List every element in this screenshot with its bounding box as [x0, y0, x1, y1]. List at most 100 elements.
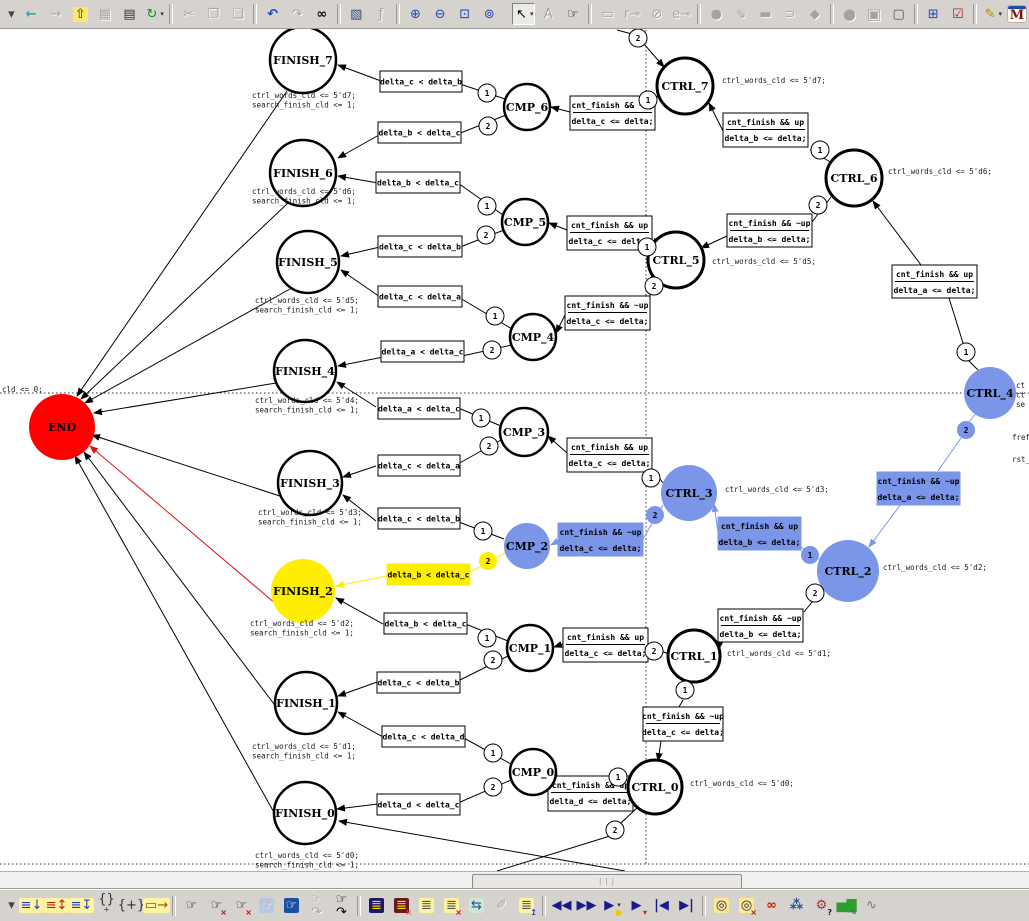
- fast-forward-button[interactable]: ▶▶: [575, 895, 598, 917]
- state-diagram[interactable]: delta_c < delta_b delta_b < delta_c delta_…: [0, 25, 1029, 872]
- script-list-off-button[interactable]: ≣ ×: [440, 895, 463, 917]
- disable-tool[interactable]: ⊘: [645, 3, 668, 25]
- pan-tool[interactable]: ☞: [562, 3, 585, 25]
- erase-annotations-button[interactable]: ✐: [490, 895, 513, 917]
- transition-condition-text: delta_b < delta_c: [388, 571, 470, 580]
- transition-guard-text: cnt_finish && up: [896, 269, 973, 279]
- generate-hdl-icon: ✎: [984, 6, 996, 22]
- zoom-area-button[interactable]: ⊡: [453, 3, 476, 25]
- scrollbar-thumb[interactable]: | | |: [472, 874, 742, 889]
- priority-number: 2: [816, 201, 821, 210]
- toolbar-options-dropdown[interactable]: ▾: [5, 3, 18, 25]
- print-button[interactable]: ▤: [118, 3, 141, 25]
- script-list-button[interactable]: ≣: [415, 895, 438, 917]
- run-timed-button[interactable]: ▶ ▾: [625, 895, 648, 917]
- swap-list-button[interactable]: ⇆: [465, 895, 488, 917]
- transition-action-text: delta_c <= delta;: [560, 544, 642, 553]
- stop-animation-button[interactable]: ☞ ×: [205, 895, 228, 917]
- cut-button[interactable]: ✂: [177, 3, 200, 25]
- transition-edge: [342, 465, 377, 478]
- state-actions-label: ctrl_words_cld <= 5'd7;: [722, 76, 826, 85]
- wave-edit-button[interactable]: ▅▇ ✎: [835, 895, 858, 917]
- find-button[interactable]: ∞: [310, 3, 333, 25]
- toolbar-options-icon: ▾: [8, 898, 15, 913]
- transition-edge: [708, 102, 724, 132]
- cut-icon: ✂: [183, 6, 195, 22]
- state-tool[interactable]: ●: [705, 3, 728, 25]
- yellow-note-button[interactable]: ▭→: [142, 895, 171, 917]
- animate-hand-button[interactable]: ☞: [180, 895, 203, 917]
- transition-edge: [678, 699, 684, 708]
- text-tool[interactable]: A: [537, 3, 560, 25]
- save-button[interactable]: ▦: [94, 3, 117, 25]
- port-tool[interactable]: ⊃: [779, 3, 802, 25]
- list-filter-button[interactable]: ≣ ↥: [515, 895, 538, 917]
- log-list-off-button[interactable]: ≣ ×: [390, 895, 413, 917]
- edit-function-button[interactable]: ƒ: [370, 3, 393, 25]
- zoom-full-button[interactable]: ⊚: [478, 3, 501, 25]
- modelsim-button[interactable]: M: [1006, 3, 1029, 25]
- horizontal-scrollbar[interactable]: | | |: [0, 871, 1029, 889]
- frame-tool[interactable]: ▢: [887, 3, 910, 25]
- toolbar-options-dropdown-2[interactable]: ▾: [5, 895, 18, 917]
- replay-hand-disabled-icon: ☞↷: [310, 891, 323, 920]
- paste-button[interactable]: ❏: [227, 3, 250, 25]
- dropdown-arrow-icon[interactable]: ▾: [999, 10, 1003, 18]
- generate-hdl-button[interactable]: ✎ ▾: [981, 3, 1004, 25]
- back-button[interactable]: ←: [20, 3, 43, 25]
- rewind-button[interactable]: ◀◀: [550, 895, 573, 917]
- transition-edge: [337, 134, 380, 159]
- log-list-button[interactable]: ≣: [365, 895, 388, 917]
- preview-icon: ⊞: [927, 6, 939, 22]
- junction-tool[interactable]: ◆: [803, 3, 826, 25]
- state-actions-label: ctrl_words_cld <= 5'd6;: [888, 167, 992, 176]
- up-directory-button[interactable]: ⇧: [69, 3, 92, 25]
- bar-tool[interactable]: ▬: [754, 3, 777, 25]
- start-state-tool[interactable]: ●: [838, 3, 861, 25]
- copy-button[interactable]: ❐: [202, 3, 225, 25]
- clear-tool-button[interactable]: ∿: [860, 895, 883, 917]
- dropdown-arrow-icon[interactable]: ▾: [530, 10, 534, 18]
- redo-button[interactable]: ↷: [286, 3, 309, 25]
- trace-down-button[interactable]: ≡↓: [18, 895, 45, 917]
- step-home-button[interactable]: |◀: [650, 895, 673, 917]
- state-label-CTRL_0: CTRL_0: [632, 781, 679, 795]
- animate-selected-button[interactable]: ☞: [280, 895, 303, 917]
- properties-button[interactable]: ▧: [345, 3, 368, 25]
- enable-port-tool[interactable]: e⊸: [670, 3, 693, 25]
- select-tool[interactable]: ↖ ▾: [512, 3, 536, 25]
- snapshot-button[interactable]: ◎: [710, 895, 733, 917]
- link-nodes-button[interactable]: ∞: [760, 895, 783, 917]
- step-end-button[interactable]: ▶|: [675, 895, 698, 917]
- save-icon: ▦: [98, 6, 112, 22]
- pause-hand-disabled-button[interactable]: ☞: [255, 895, 278, 917]
- replay-hand-button[interactable]: ☞↷: [330, 893, 353, 919]
- reset-port-tool[interactable]: r⊸: [621, 3, 644, 25]
- group-add-button[interactable]: {}⁺: [95, 893, 118, 919]
- run-button[interactable]: ▶ ● ▾: [600, 895, 623, 917]
- trace-updown-button[interactable]: ≡↕: [43, 895, 70, 917]
- debug-gears-button[interactable]: ⚙?: [810, 895, 833, 917]
- zoom-in-button[interactable]: ⊕: [404, 3, 427, 25]
- trace-down-remove-button[interactable]: ≡↧: [68, 895, 95, 917]
- comment-tool[interactable]: ▭: [596, 3, 619, 25]
- check-syntax-button[interactable]: ☑: [946, 3, 969, 25]
- transition-action-text: delta_d <= delta;: [550, 797, 632, 806]
- dropdown-arrow-icon[interactable]: ▾: [160, 10, 164, 18]
- preview-button[interactable]: ⊞: [922, 3, 945, 25]
- transition-tool[interactable]: ⇘: [730, 3, 753, 25]
- refresh-button[interactable]: ↻ ▾: [143, 3, 166, 25]
- group-insert-button[interactable]: {+}: [118, 895, 145, 917]
- end-state-tool[interactable]: ▣: [863, 3, 886, 25]
- zoom-out-button[interactable]: ⊖: [429, 3, 452, 25]
- trace-paw-button[interactable]: ⁂: [785, 895, 808, 917]
- undo-button[interactable]: ↶: [261, 3, 284, 25]
- state-label-CTRL_4: CTRL_4: [967, 387, 1014, 401]
- forward-button[interactable]: →: [44, 3, 67, 25]
- replay-hand-disabled-button[interactable]: ☞↷: [305, 891, 328, 920]
- redo-icon: ↷: [291, 6, 303, 22]
- state-label-FINISH_6: FINISH_6: [273, 167, 333, 181]
- stop-all-animation-button[interactable]: ☞ ×: [230, 895, 253, 917]
- diagram-canvas[interactable]: delta_c < delta_b delta_b < delta_c delta_…: [0, 25, 1029, 872]
- snapshot-off-button[interactable]: ◎ ×: [735, 895, 758, 917]
